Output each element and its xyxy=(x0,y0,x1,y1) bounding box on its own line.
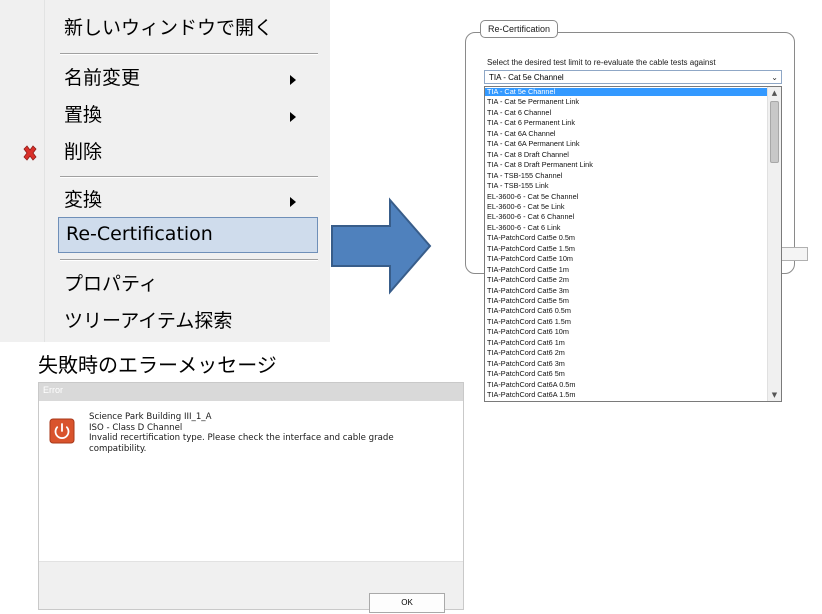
context-menu: 新しいウィンドウで開く 名前変更 置換 削除 変換 Re-Certificati… xyxy=(0,0,330,342)
dropdown-option[interactable]: TIA-PatchCord Cat6 5m xyxy=(485,370,767,378)
dropdown-option[interactable]: EL-3600-6 - Cat 6 Channel xyxy=(485,213,767,221)
error-titlebar: Error xyxy=(39,383,463,401)
menu-item-properties[interactable]: プロパティ xyxy=(0,266,330,306)
menu-item-label: 削除 xyxy=(64,141,103,163)
menu-item-replace[interactable]: 置換 xyxy=(0,97,330,137)
test-limit-dropdown-list[interactable]: TIA - Cat 5e Channel TIA - Cat 5e Permane… xyxy=(484,86,782,402)
dropdown-option[interactable]: TIA-PatchCord Cat5e 5m xyxy=(485,297,767,305)
dropdown-option[interactable]: EL-3600-6 - Cat 5e Link xyxy=(485,202,767,211)
dropdown-option[interactable]: TIA - Cat 5e Channel xyxy=(485,88,767,96)
error-message-line: Science Park Building III_1_A xyxy=(89,412,212,422)
dropdown-option[interactable]: TIA-PatchCord Cat6 1.5m xyxy=(485,317,767,326)
dropdown-option[interactable]: TIA-PatchCord Cat6 0.5m xyxy=(485,307,767,315)
dropdown-scrollbar[interactable]: ▲ ▼ xyxy=(767,87,781,401)
error-message-line: compatibility. xyxy=(89,443,147,454)
submenu-arrow-icon xyxy=(290,112,296,122)
menu-item-label: プロパティ xyxy=(64,273,158,295)
error-dialog: Error Science Park Building III_1_A ISO … xyxy=(38,382,464,613)
dropdown-option[interactable]: TIA-PatchCord Cat5e 1.5m xyxy=(485,244,767,253)
menu-separator xyxy=(60,176,318,178)
dropdown-option[interactable]: TIA-PatchCord Cat5e 3m xyxy=(485,286,767,295)
ok-button[interactable]: OK xyxy=(369,593,445,613)
test-limit-select[interactable]: TIA - Cat 5e Channel ⌄ xyxy=(484,70,782,84)
menu-item-label: 新しいウィンドウで開く xyxy=(64,17,274,39)
error-message-line: Invalid recertification type. Please che… xyxy=(89,433,394,443)
menu-item-label: Re-Certification xyxy=(66,223,213,245)
error-message-line: ISO - Class D Channel xyxy=(89,422,183,433)
menu-separator xyxy=(60,259,318,261)
menu-item-rename[interactable]: 名前変更 xyxy=(0,60,330,100)
dropdown-option[interactable]: TIA-PatchCord Cat5e 0.5m xyxy=(485,234,767,242)
dropdown-option[interactable]: TIA - Cat 6 Permanent Link xyxy=(485,119,767,127)
menu-separator xyxy=(60,53,318,55)
dropdown-option[interactable]: TIA - Cat 5e Permanent Link xyxy=(485,98,767,106)
menu-item-open-new-window[interactable]: 新しいウィンドウで開く xyxy=(0,10,330,50)
re-certification-group-title: Re-Certification xyxy=(480,20,558,38)
dropdown-option[interactable]: TIA-PatchCord Cat6 3m xyxy=(485,359,767,368)
menu-item-re-certification[interactable]: Re-Certification xyxy=(0,217,330,259)
delete-x-icon xyxy=(23,145,37,161)
dropdown-option[interactable]: TIA - Cat 6A Channel xyxy=(485,129,767,138)
dropdown-option[interactable]: EL-3600-6 - Cat 6 Link xyxy=(485,223,767,232)
error-power-icon xyxy=(49,418,75,444)
error-message: Science Park Building III_1_A ISO - Clas… xyxy=(89,412,394,454)
test-limit-selected-value: TIA - Cat 5e Channel xyxy=(489,73,564,82)
dropdown-option[interactable]: TIA-PatchCord Cat5e 2m xyxy=(485,276,767,284)
dropdown-option[interactable]: TIA - TSB-155 Link xyxy=(485,182,767,190)
dropdown-option[interactable]: TIA-PatchCord Cat6A 0.5m xyxy=(485,380,767,389)
menu-item-label: ツリーアイテム探索 xyxy=(64,310,233,332)
dropdown-option[interactable]: TIA - Cat 8 Draft Permanent Link xyxy=(485,161,767,169)
dropdown-option[interactable]: TIA - TSB-155 Channel xyxy=(485,171,767,180)
error-window-title: Error xyxy=(43,385,63,395)
scroll-up-arrow-icon[interactable]: ▲ xyxy=(768,87,781,99)
dropdown-option[interactable]: TIA-PatchCord Cat5e 1m xyxy=(485,265,767,274)
dropdown-option[interactable]: TIA-PatchCord Cat6A 1.5m xyxy=(485,391,767,399)
error-caption: 失敗時のエラーメッセージ xyxy=(38,353,277,377)
test-limit-prompt: Select the desired test limit to re-eval… xyxy=(487,58,716,67)
dropdown-option[interactable]: TIA - Cat 8 Draft Channel xyxy=(485,150,767,159)
scroll-down-arrow-icon[interactable]: ▼ xyxy=(768,389,781,401)
right-arrow-icon xyxy=(331,197,432,295)
submenu-arrow-icon xyxy=(290,197,296,207)
dropdown-option[interactable]: TIA-PatchCord Cat5e 10m xyxy=(485,255,767,263)
dropdown-option[interactable]: TIA-PatchCord Cat6 1m xyxy=(485,338,767,347)
dropdown-option[interactable]: TIA - Cat 6A Permanent Link xyxy=(485,140,767,148)
menu-item-label: 名前変更 xyxy=(64,67,141,89)
submenu-arrow-icon xyxy=(290,75,296,85)
menu-item-label: 置換 xyxy=(64,104,103,126)
menu-item-delete[interactable]: 削除 xyxy=(0,134,330,174)
menu-item-tree-search[interactable]: ツリーアイテム探索 xyxy=(0,303,330,343)
dropdown-option[interactable]: TIA - Cat 6 Channel xyxy=(485,108,767,117)
dropdown-option[interactable]: TIA-PatchCord Cat6 2m xyxy=(485,349,767,357)
menu-item-convert[interactable]: 変換 xyxy=(0,182,330,222)
chevron-down-icon[interactable]: ⌄ xyxy=(771,72,778,83)
dropdown-option[interactable]: TIA-PatchCord Cat6 10m xyxy=(485,328,767,336)
scrollbar-thumb[interactable] xyxy=(770,101,779,163)
menu-item-label: 変換 xyxy=(64,189,103,211)
dropdown-option[interactable]: EL-3600-6 - Cat 5e Channel xyxy=(485,192,767,201)
error-dialog-footer: OK xyxy=(39,561,463,613)
